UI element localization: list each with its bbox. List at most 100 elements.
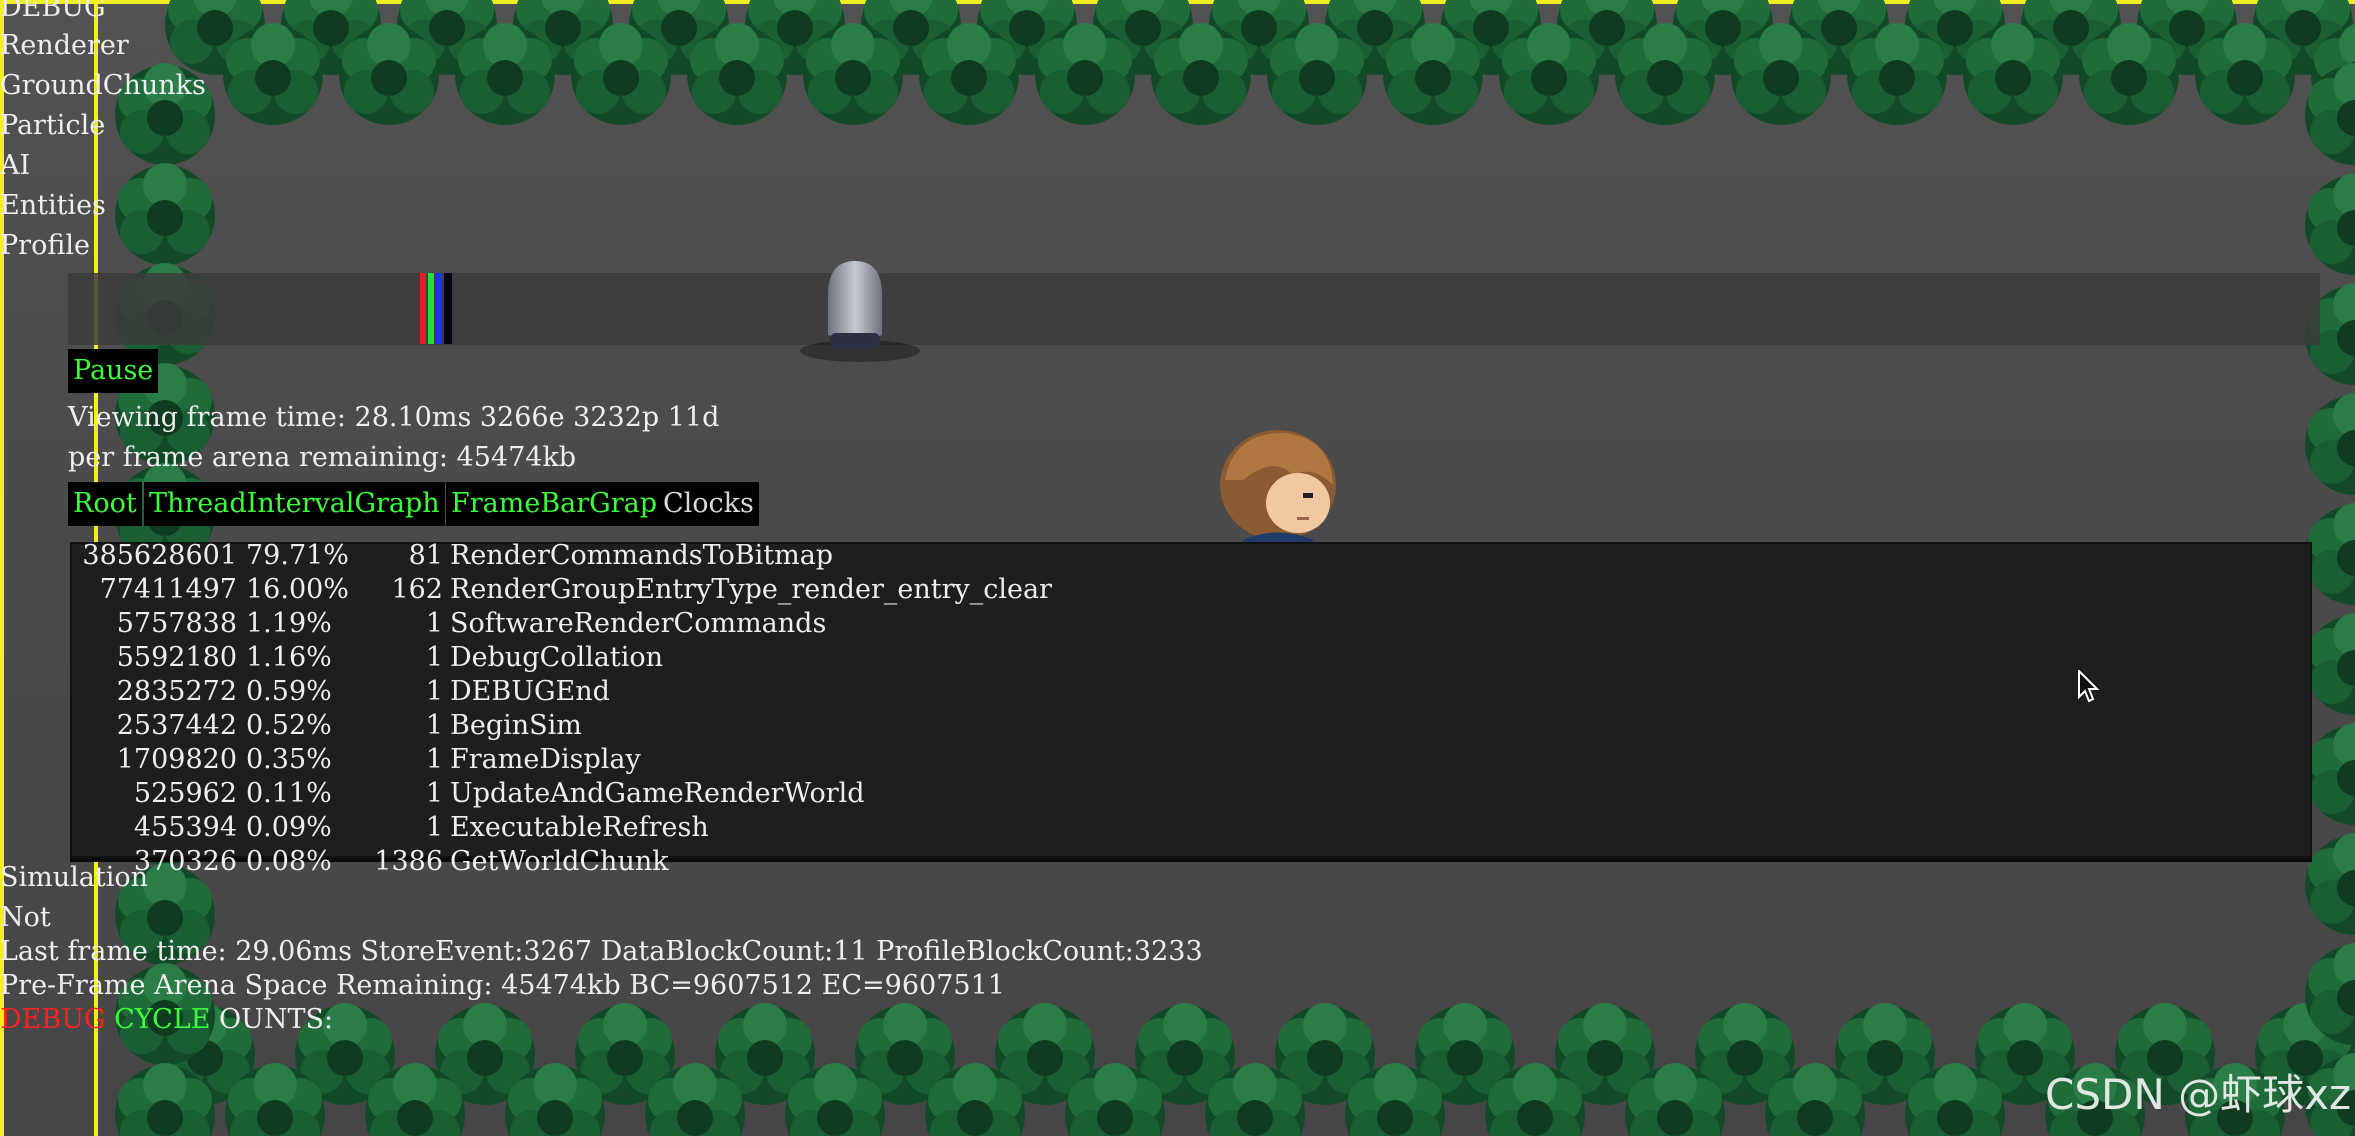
pine-tree-icon [1378,20,1488,130]
per-frame-arena: per frame arena remaining: 45474kb [68,442,577,473]
percent-cell: 0.09% [246,812,332,843]
percent-cell: 0.35% [246,744,332,775]
cycle-white-text: OUNTS: [219,1004,334,1035]
pine-tree-icon [1200,1060,1310,1136]
debug-cycle-counts: DEBUG CYCLE OUNTS: [0,1000,333,1040]
pine-tree-icon [914,20,1024,130]
name-cell: FrameDisplay [450,744,641,775]
tab-root[interactable]: Root [68,482,142,526]
percent-cell: 1.19% [246,608,332,639]
menu-item-renderer[interactable]: Renderer [0,26,129,66]
count-cell: 81 [408,540,443,571]
viewing-frame-time: Viewing frame time: 28.10ms 3266e 3232p … [68,402,720,433]
cycles-cell: 2537442 [116,710,237,741]
pine-tree-icon [798,20,908,130]
table-row[interactable]: 370326 0.08% 1386 GetWorldChunk [78,845,1178,879]
percent-cell: 0.08% [246,846,332,877]
table-row[interactable]: 525962 0.11% 1 UpdateAndGameRenderWorld [78,777,1178,811]
pine-tree-icon [1958,20,2068,130]
count-cell: 1 [425,778,443,809]
pine-tree-icon [110,160,220,270]
table-row[interactable]: 2537442 0.52% 1 BeginSim [78,709,1178,743]
menu-item-particle[interactable]: Particle [0,106,105,146]
tab-clocks[interactable]: Clocks [658,482,759,526]
table-row[interactable]: 455394 0.09% 1 ExecutableRefresh [78,811,1178,845]
cycles-cell: 455394 [133,812,237,843]
percent-cell: 0.52% [246,710,332,741]
pause-button[interactable]: Pause [68,349,159,393]
pine-tree-icon [1900,1060,2010,1136]
count-cell: 1 [425,676,443,707]
cycle-red-text: DEBUG [0,1004,106,1035]
cycles-cell: 525962 [133,778,237,809]
watermark: CSDN @虾球xz [2045,1070,2351,1119]
pine-tree-icon [334,20,444,130]
count-cell: 1 [425,608,443,639]
pine-tree-icon [2300,390,2355,500]
menu-item-profile[interactable]: Profile [0,226,90,266]
pine-tree-icon [1262,20,1372,130]
pine-tree-icon [1620,1060,1730,1136]
pine-tree-icon [1340,1060,1450,1136]
name-cell: SoftwareRenderCommands [450,608,827,639]
tab-thread-interval-graph[interactable]: ThreadIntervalGraph [144,482,445,526]
pine-tree-icon [220,1060,330,1136]
table-row[interactable]: 5592180 1.16% 1 DebugCollation [78,641,1178,675]
name-cell: BeginSim [450,710,582,741]
table-row[interactable]: 2835272 0.59% 1 DEBUGEnd [78,675,1178,709]
name-cell: RenderCommandsToBitmap [450,540,834,571]
name-cell: DebugCollation [450,642,663,673]
cycles-cell: 385628601 [82,540,237,571]
cycles-cell: 1709820 [116,744,237,775]
count-cell: 1 [425,812,443,843]
count-cell: 1 [425,642,443,673]
cycle-green-text: CYCLE [114,1004,211,1035]
simulation-label[interactable]: Simulation [0,858,148,898]
cycles-cell: 2835272 [116,676,237,707]
name-cell: DEBUGEnd [450,676,610,707]
frame-bar-black [444,273,452,344]
name-cell: UpdateAndGameRenderWorld [450,778,865,809]
count-cell: 1386 [374,846,443,877]
menu-item-entities[interactable]: Entities [0,186,106,226]
menu-item-ai[interactable]: AI [0,146,30,186]
name-cell: ExecutableRefresh [450,812,709,843]
pine-tree-icon [450,20,560,130]
percent-cell: 1.16% [246,642,332,673]
pine-tree-icon [1610,20,1720,130]
name-cell: RenderGroupEntryType_render_entry_clear [450,574,1052,605]
count-cell: 162 [391,574,443,605]
menu-item-debug[interactable]: DEBUG [0,0,106,28]
pine-tree-icon [780,1060,890,1136]
table-row[interactable]: 77411497 16.00% 162 RenderGroupEntryType_re… [78,573,1178,607]
table-row[interactable]: 1709820 0.35% 1 FrameDisplay [78,743,1178,777]
pine-tree-icon [1146,20,1256,130]
pine-tree-icon [110,1060,220,1136]
frame-bar-blue [436,273,442,344]
cycles-cell: 5757838 [116,608,237,639]
cycles-cell: 77411497 [99,574,237,605]
pine-tree-icon [1060,1060,1170,1136]
cycles-cell: 5592180 [116,642,237,673]
percent-cell: 0.11% [246,778,332,809]
name-cell: GetWorldChunk [450,846,669,877]
pine-tree-icon [920,1060,1030,1136]
tab-frame-bar-graph[interactable]: FrameBarGraph [446,482,680,526]
frame-bar-graph-strip [68,273,2320,345]
pine-tree-icon [1760,1060,1870,1136]
menu-item-groundchunks[interactable]: GroundChunks [0,66,206,106]
pine-tree-icon [682,20,792,130]
mouse-cursor-icon [2078,668,2100,708]
pine-tree-icon [1030,20,1140,130]
count-cell: 1 [425,710,443,741]
familiar-sprite [822,255,888,359]
pine-tree-icon [500,1060,610,1136]
frame-bar-green [428,273,434,344]
pine-tree-icon [1842,20,1952,130]
table-row[interactable]: 385628601 79.71% 81 RenderCommandsToBitmap [78,539,1178,573]
table-row[interactable]: 5757838 1.19% 1 SoftwareRenderCommands [78,607,1178,641]
percent-cell: 0.59% [246,676,332,707]
frame-bar-red [420,273,426,344]
count-cell: 1 [425,744,443,775]
pine-tree-icon [566,20,676,130]
